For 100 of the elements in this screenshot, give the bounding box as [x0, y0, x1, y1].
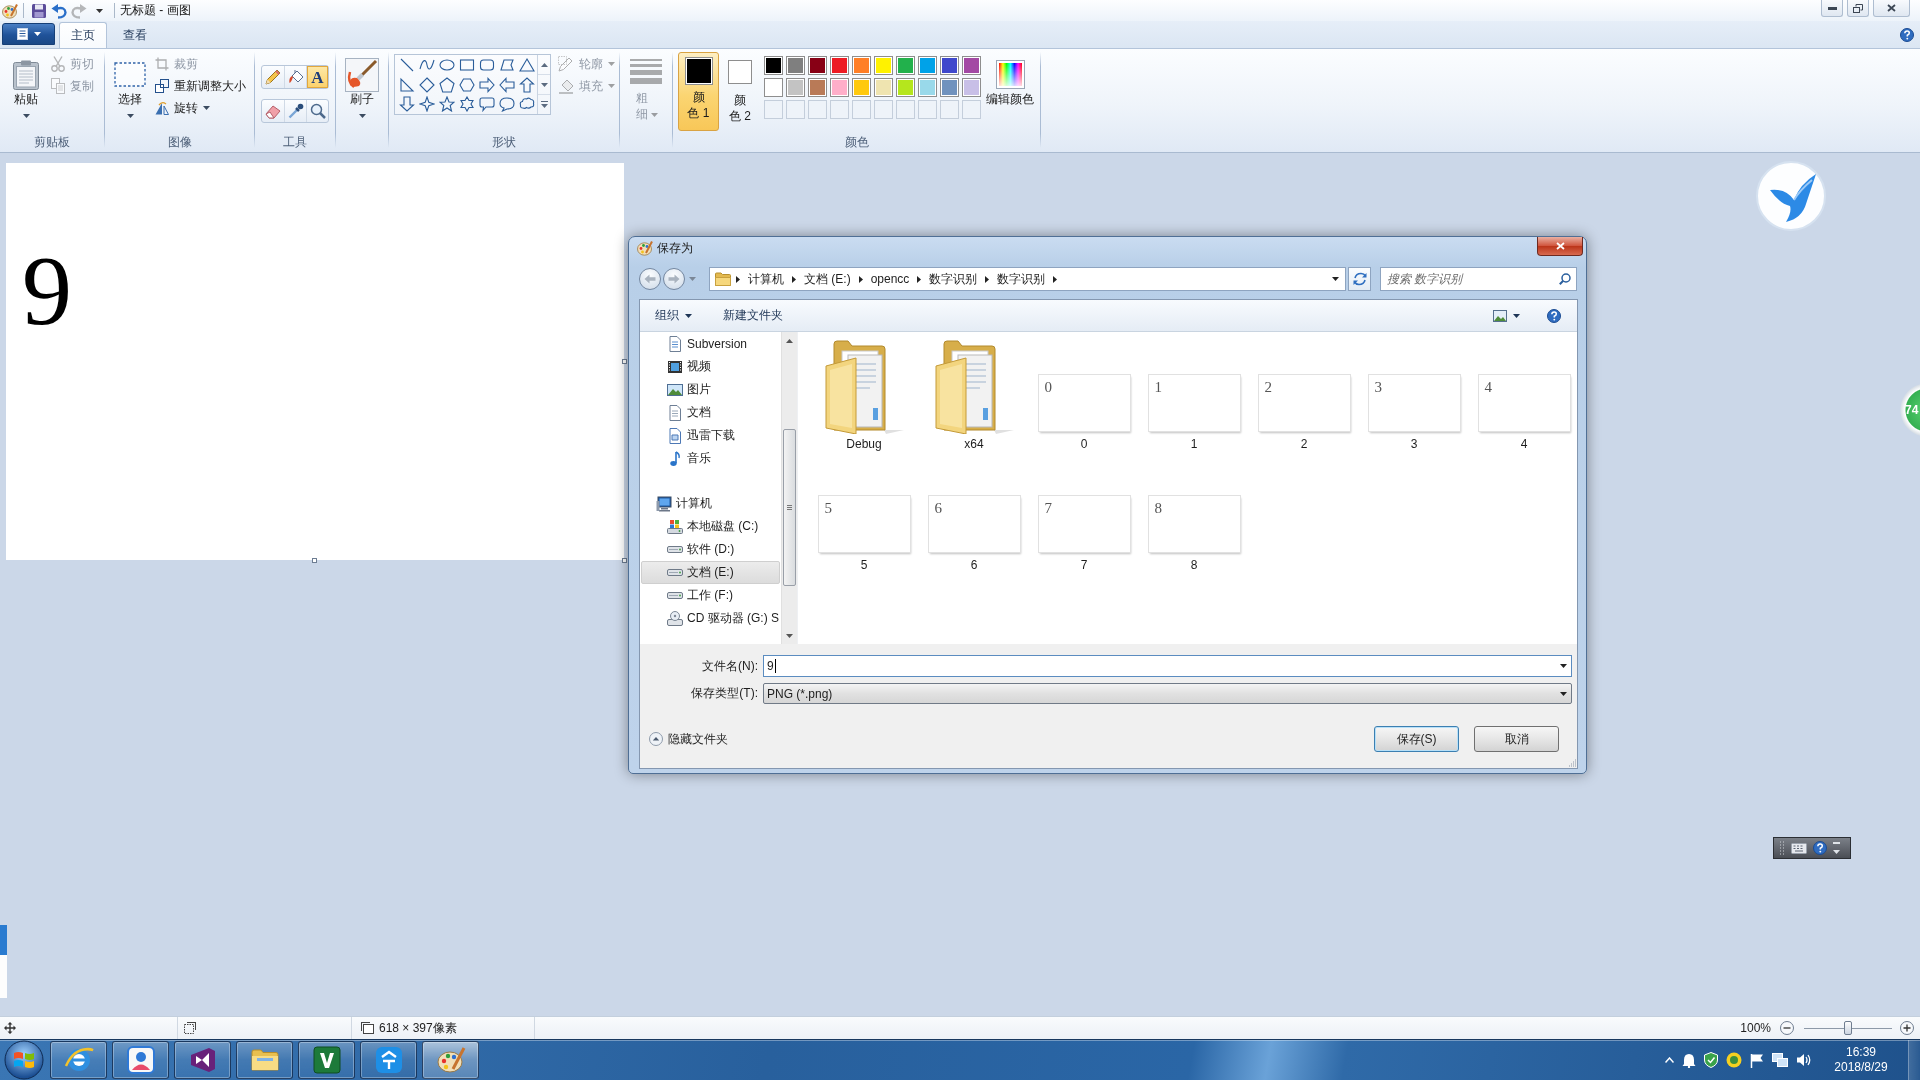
file-name[interactable]: 4: [1520, 436, 1528, 452]
chevron-icon[interactable]: [792, 275, 796, 283]
help-icon[interactable]: [1547, 308, 1561, 323]
color-slot-button[interactable]: 颜色 2: [722, 52, 758, 131]
dropdown-caret-icon[interactable]: [1560, 691, 1567, 696]
brushes-button[interactable]: 刷子: [343, 52, 381, 132]
taskbar-button[interactable]: [298, 1041, 355, 1079]
file-name[interactable]: 0: [1080, 436, 1088, 452]
image-thumbnail[interactable]: 6: [928, 496, 1020, 552]
paint-icon[interactable]: [637, 240, 653, 256]
ring-icon[interactable]: [1726, 1052, 1742, 1068]
taskbar-button[interactable]: [360, 1041, 417, 1079]
help-icon[interactable]: [1900, 27, 1914, 42]
flag-icon[interactable]: [1750, 1052, 1764, 1068]
file-name[interactable]: 6: [970, 557, 978, 573]
diamond-shape-icon[interactable]: [419, 76, 435, 93]
nav-item[interactable]: CD 驱动器 (G:) S: [641, 607, 780, 630]
file-name[interactable]: x64: [964, 436, 984, 452]
magnifier-tool[interactable]: [306, 100, 328, 122]
color-swatch[interactable]: [786, 78, 805, 97]
taskbar-button[interactable]: [422, 1041, 479, 1079]
scrollbar-thumb[interactable]: [783, 429, 796, 586]
color-swatch[interactable]: [830, 56, 849, 75]
chevron-icon[interactable]: [1053, 275, 1058, 283]
rectangle-shape-icon[interactable]: [459, 57, 475, 74]
edit-colors-button[interactable]: 编辑颜色: [986, 52, 1034, 132]
bell-icon[interactable]: [1682, 1052, 1696, 1068]
color-swatch[interactable]: [940, 56, 959, 75]
dialog-button[interactable]: 保存(S): [1374, 726, 1459, 752]
line-shape-icon[interactable]: [399, 57, 415, 74]
breadcrumb-link[interactable]: 数字识别: [989, 268, 1054, 290]
right-triangle-shape-icon[interactable]: [399, 76, 415, 93]
color-slot-button[interactable]: 颜色 1: [678, 52, 719, 131]
image-thumbnail[interactable]: 4: [1478, 375, 1570, 431]
grip-icon[interactable]: [1779, 841, 1785, 855]
paint-icon[interactable]: [2, 2, 18, 19]
triangle-shape-icon[interactable]: [519, 57, 535, 74]
close-button[interactable]: [1537, 237, 1583, 256]
file-type-dropdown[interactable]: PNG (*.png): [763, 683, 1572, 704]
resize-button[interactable]: 重新调整大小: [152, 75, 249, 97]
nav-item[interactable]: 图片: [641, 378, 780, 401]
start-icon[interactable]: [4, 1040, 44, 1080]
nav-item[interactable]: 视频: [641, 355, 780, 378]
taskbar-button[interactable]: [174, 1041, 231, 1079]
scroll-up-icon[interactable]: [540, 62, 548, 67]
file-name[interactable]: 2: [1300, 436, 1308, 452]
nav-item[interactable]: 软件 (D:): [641, 538, 780, 561]
save-icon[interactable]: [31, 2, 47, 19]
network-icon[interactable]: [1772, 1053, 1788, 1067]
breadcrumb-link[interactable]: 文档 (E:): [796, 268, 859, 290]
file-name[interactable]: 5: [860, 557, 868, 573]
four-point-star-icon[interactable]: [419, 96, 435, 113]
folder-icon[interactable]: [934, 338, 1014, 434]
chevron-icon[interactable]: [858, 275, 863, 283]
breadcrumb-link[interactable]: 计算机: [740, 268, 792, 290]
address-bar[interactable]: 计算机 文档 (E:) opencc 数字识别 数字识别: [709, 267, 1346, 291]
file-name[interactable]: Debug: [846, 436, 882, 452]
taskbar-button[interactable]: [236, 1041, 293, 1079]
resize-handle[interactable]: [312, 558, 317, 563]
pentagon-shape-icon[interactable]: [439, 76, 455, 93]
select-button[interactable]: 选择: [111, 52, 149, 132]
resize-grip-icon[interactable]: [1567, 758, 1576, 767]
nav-item[interactable]: 文档: [641, 401, 780, 424]
color-swatch[interactable]: [786, 56, 805, 75]
nav-item[interactable]: 音乐: [641, 447, 780, 470]
file-menu-button[interactable]: [2, 23, 55, 45]
color-swatch[interactable]: [852, 56, 871, 75]
oval-speech-bubble-icon[interactable]: [499, 96, 515, 113]
down-arrow-shape-icon[interactable]: [399, 96, 415, 113]
nav-item[interactable]: 迅雷下载: [641, 424, 780, 447]
image-thumbnail[interactable]: 0: [1038, 375, 1130, 431]
search-field[interactable]: 搜索 数字识别: [1380, 267, 1577, 291]
scroll-down-icon[interactable]: [786, 633, 793, 638]
rounded-rectangle-shape-icon[interactable]: [479, 57, 495, 74]
dropdown-caret-icon[interactable]: [95, 8, 103, 13]
folder-icon[interactable]: [824, 338, 904, 434]
image-thumbnail[interactable]: 8: [1148, 496, 1240, 552]
left-arrow-shape-icon[interactable]: [499, 76, 515, 93]
color-swatch[interactable]: [764, 56, 783, 75]
resize-handle[interactable]: [622, 558, 627, 563]
zoom-out-button[interactable]: [1780, 1021, 1794, 1035]
color-swatch[interactable]: [852, 78, 871, 97]
right-arrow-shape-icon[interactable]: [479, 76, 495, 93]
color-swatch[interactable]: [874, 56, 893, 75]
color-swatch[interactable]: [764, 78, 783, 97]
color-swatch[interactable]: [896, 56, 915, 75]
speech-bubble-icon[interactable]: [479, 96, 495, 113]
image-thumbnail[interactable]: 3: [1368, 375, 1460, 431]
restore-button[interactable]: [1847, 0, 1869, 17]
scroll-down-icon[interactable]: [540, 82, 548, 87]
refresh-button[interactable]: [1348, 267, 1371, 291]
taskbar-button[interactable]: [50, 1041, 107, 1079]
dialog-button[interactable]: 取消: [1474, 726, 1559, 752]
zoom-in-button[interactable]: [1900, 1021, 1914, 1035]
expand-gallery-icon[interactable]: [540, 101, 548, 108]
bird-icon[interactable]: [1756, 160, 1826, 232]
nav-item[interactable]: 本地磁盘 (C:): [641, 515, 780, 538]
color-swatch[interactable]: [830, 78, 849, 97]
image-thumbnail[interactable]: 1: [1148, 375, 1240, 431]
file-name-field[interactable]: 9: [763, 655, 1572, 677]
